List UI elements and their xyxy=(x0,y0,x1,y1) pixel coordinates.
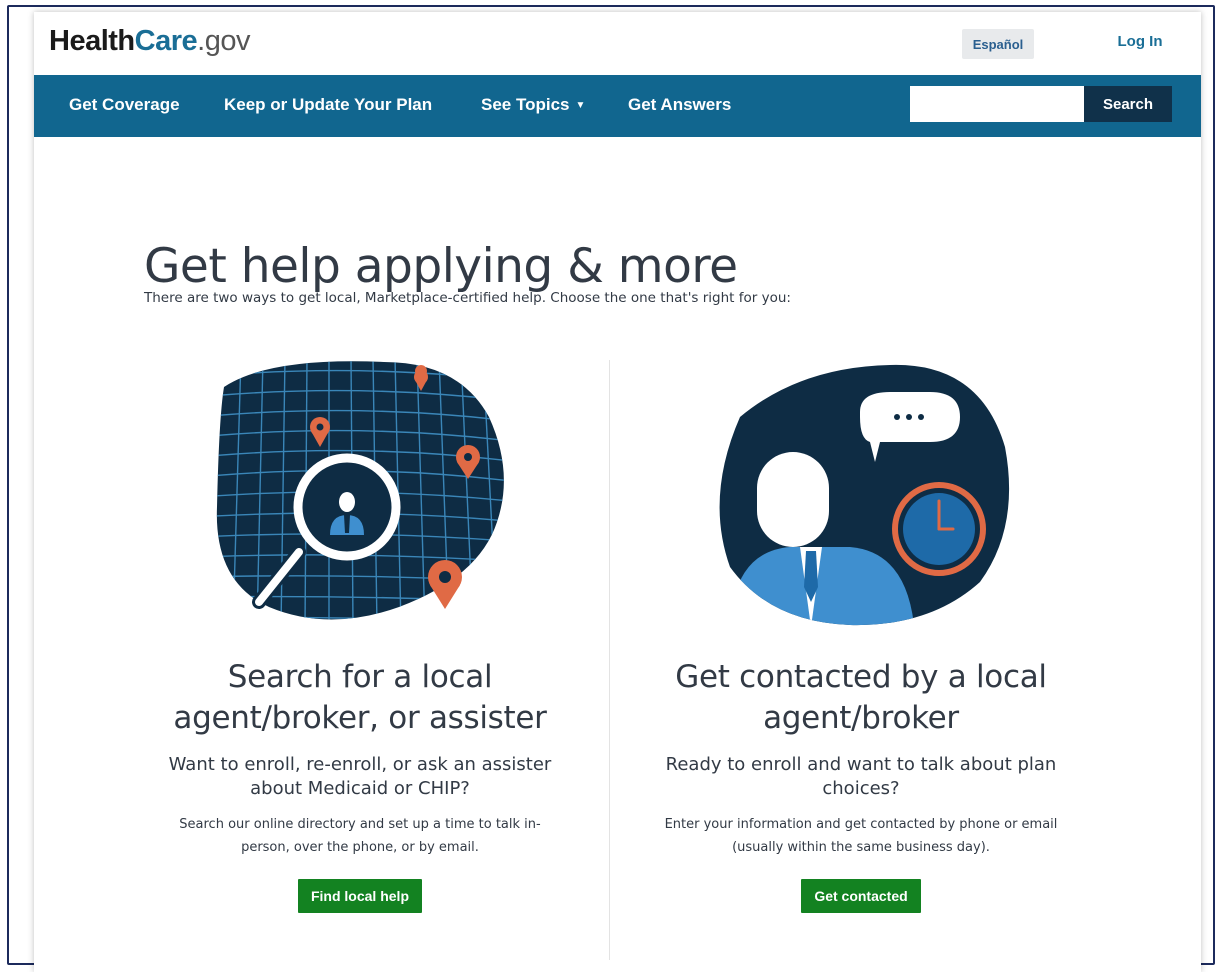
caret-down-icon: ▼ xyxy=(575,100,586,111)
nav-see-topics[interactable]: See Topics ▼ xyxy=(481,95,585,115)
option-subheading: Want to enroll, re-enroll, or ask an ass… xyxy=(168,754,552,799)
logo-gov: .gov xyxy=(197,25,250,57)
option-description: Search our online directory and set up a… xyxy=(179,817,541,855)
healthcare-logo[interactable]: HealthCare.gov xyxy=(49,25,250,58)
search-input[interactable] xyxy=(910,86,1084,122)
option-heading: Search for a local agent/broker, or assi… xyxy=(173,659,547,736)
login-link[interactable]: Log In xyxy=(1110,33,1170,50)
option-search-local-help: Search for a local agent/broker, or assi… xyxy=(130,657,590,913)
main-navbar: Get Coverage Keep or Update Your Plan Se… xyxy=(34,75,1201,137)
column-divider xyxy=(609,360,610,960)
logo-health: Health xyxy=(49,25,135,57)
person-head xyxy=(757,452,829,547)
magnifier-map-icon xyxy=(216,361,504,620)
option-description: Enter your information and get contacted… xyxy=(664,817,1058,855)
option-subheading: Ready to enroll and want to talk about p… xyxy=(665,754,1057,799)
page: HealthCare.gov Español Log In Get Covera… xyxy=(34,12,1201,972)
nav-get-coverage[interactable]: Get Coverage xyxy=(69,95,180,115)
nav-get-answers[interactable]: Get Answers xyxy=(628,95,731,115)
option-heading: Get contacted by a local agent/broker xyxy=(675,659,1047,736)
page-title: Get help applying & more xyxy=(144,239,738,295)
espanol-button[interactable]: Español xyxy=(962,29,1034,59)
option-get-contacted: Get contacted by a local agent/broker Re… xyxy=(631,657,1091,913)
get-contacted-button[interactable]: Get contacted xyxy=(801,879,921,913)
intro-text: There are two ways to get local, Marketp… xyxy=(144,290,791,306)
search-button[interactable]: Search xyxy=(1084,86,1172,122)
logo-care: Care xyxy=(134,25,198,57)
find-local-help-button[interactable]: Find local help xyxy=(297,879,422,913)
ellipsis-icon xyxy=(894,414,924,420)
person-speech-clock-icon xyxy=(719,364,1010,626)
nav-keep-update-plan[interactable]: Keep or Update Your Plan xyxy=(224,95,432,115)
nav-see-topics-label: See Topics xyxy=(481,95,570,114)
